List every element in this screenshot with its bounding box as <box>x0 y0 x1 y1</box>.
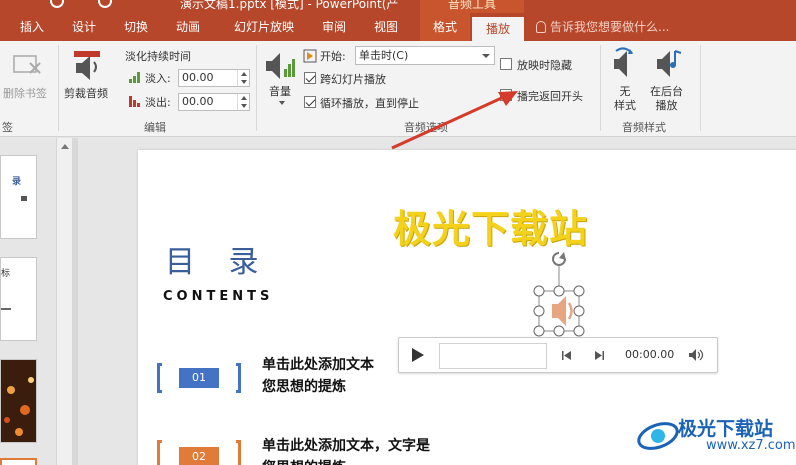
fade-in-value: 00.00 <box>182 71 214 84</box>
tell-me-box[interactable]: 告诉我您想要做什么... <box>536 13 669 41</box>
item-2-line2: 您思想的提炼 <box>262 457 430 465</box>
fade-out-label: 淡出: <box>145 96 171 109</box>
tab-review[interactable]: 审阅 <box>312 13 356 41</box>
context-tab-header: 音频工具 <box>420 0 524 13</box>
volume-icon <box>266 53 295 79</box>
start-select[interactable]: 单击时(C) <box>355 46 495 65</box>
step-forward-icon[interactable] <box>594 350 605 361</box>
thumb-mark <box>1 308 11 310</box>
volume-dropdown-icon[interactable] <box>279 101 285 108</box>
thumb-text: 标 <box>1 269 11 279</box>
group-label-bookmarks: 签 <box>2 121 13 134</box>
volume-button[interactable]: 音量 <box>269 83 291 99</box>
group-label-audio-styles: 音频样式 <box>622 121 666 134</box>
audio-object[interactable] <box>530 248 588 340</box>
fade-in-label: 淡入: <box>145 72 171 85</box>
volume-icon[interactable] <box>688 348 704 362</box>
slide-logo-title: 极光下载站 <box>393 207 589 251</box>
no-style-icon <box>614 47 633 77</box>
slide-thumbnail-2[interactable]: 录 <box>0 155 37 239</box>
item-1-line2: 您思想的提炼 <box>262 379 346 395</box>
tab-design[interactable]: 设计 <box>62 13 106 41</box>
group-separator <box>600 45 601 131</box>
group-separator <box>58 45 59 131</box>
slide-thumbnail-5-selected[interactable] <box>0 458 37 465</box>
slide-subheading[interactable]: CONTENTS <box>163 289 273 304</box>
trim-audio-icon <box>74 51 100 80</box>
hide-during-show-label: 放映时隐藏 <box>517 59 572 72</box>
lightbulb-icon <box>536 21 546 33</box>
spinner-arrows-icon[interactable] <box>237 70 249 86</box>
start-icon <box>303 49 317 63</box>
tab-view[interactable]: 视图 <box>364 13 408 41</box>
bracket-right <box>236 363 241 393</box>
item-text-1[interactable]: 单击此处添加文本 您思想的提炼 <box>262 354 374 398</box>
watermark-url: www.xz7.com <box>706 438 796 453</box>
fade-duration-title: 淡化持续时间 <box>125 50 191 63</box>
rotate-handle-icon <box>552 252 566 266</box>
item-text-2[interactable]: 单击此处添加文本，文字是 您思想的提炼 <box>262 435 430 465</box>
powerpoint-window: 演示文稿1.pptx [模式] - PowerPoint(产 音频工具 插入 设… <box>0 0 796 465</box>
play-in-background-button[interactable]: 在后台 播放 <box>650 85 683 113</box>
tab-insert[interactable]: 插入 <box>10 13 54 41</box>
tab-playback[interactable]: 播放 <box>472 17 524 41</box>
group-separator <box>700 45 701 131</box>
spinner-arrows-icon[interactable] <box>237 94 249 110</box>
remove-bookmark-icon <box>13 55 41 74</box>
ribbon-tabs: 插入 设计 切换 动画 幻灯片放映 审阅 视图 格式 播放 告诉我您想要做什么.… <box>0 13 796 41</box>
seek-bar[interactable] <box>439 343 547 369</box>
item-number-01: 01 <box>179 368 219 388</box>
audio-player: 00:00.00 <box>398 337 718 373</box>
tab-animations[interactable]: 动画 <box>166 13 210 41</box>
slide-heading[interactable]: 目 录 <box>165 237 271 281</box>
scroll-up-icon[interactable] <box>61 144 69 149</box>
fade-out-icon <box>129 96 140 107</box>
title-bar: 演示文稿1.pptx [模式] - PowerPoint(产 音频工具 <box>0 0 796 13</box>
fade-in-icon <box>129 72 140 83</box>
tab-format[interactable]: 格式 <box>420 13 470 41</box>
thumbnail-scrollbar[interactable] <box>56 138 72 465</box>
window-title: 演示文稿1.pptx [模式] - PowerPoint(产 <box>180 0 399 11</box>
slide-thumbnail-4[interactable] <box>0 359 37 443</box>
cross-slides-label: 跨幻灯片播放 <box>320 73 386 86</box>
play-icon[interactable] <box>412 348 424 362</box>
item-number-02: 02 <box>179 447 219 465</box>
loop-checkbox[interactable] <box>304 96 316 108</box>
start-select-value: 单击时(C) <box>359 49 409 62</box>
bracket-left <box>157 363 162 393</box>
item-1-line1: 单击此处添加文本 <box>262 357 374 373</box>
bracket-left <box>157 440 162 465</box>
group-separator <box>256 45 257 131</box>
slide-thumbnail-3[interactable]: 标 <box>0 257 37 341</box>
fade-in-spinner[interactable]: 00.00 <box>178 69 250 87</box>
cross-slides-checkbox[interactable] <box>304 72 316 84</box>
speaker-icon <box>552 296 573 326</box>
play-in-background-icon <box>657 50 682 77</box>
chevron-down-icon <box>482 54 490 58</box>
player-time: 00:00.00 <box>625 348 675 361</box>
thumb-text: 录 <box>12 177 22 187</box>
item-2-line1: 单击此处添加文本，文字是 <box>262 438 430 454</box>
trim-audio-button[interactable]: 剪裁音频 <box>64 85 108 101</box>
fade-out-value: 00.00 <box>182 95 214 108</box>
group-label-editing: 编辑 <box>144 121 166 134</box>
no-style-button[interactable]: 无 样式 <box>614 85 636 113</box>
watermark-name: 极光下载站 <box>678 418 774 440</box>
tab-transitions[interactable]: 切换 <box>114 13 158 41</box>
step-back-icon[interactable] <box>561 350 572 361</box>
start-label: 开始: <box>320 50 346 63</box>
thumb-photo <box>4 377 34 436</box>
redo-icon[interactable] <box>98 0 112 8</box>
fade-out-spinner[interactable]: 00.00 <box>178 93 250 111</box>
tell-me-text: 告诉我您想要做什么... <box>550 20 670 34</box>
annotation-arrow <box>391 91 518 150</box>
remove-bookmark-button[interactable]: 删除书签 <box>3 85 47 101</box>
thumb-mark <box>21 196 27 201</box>
hide-during-show-checkbox[interactable] <box>500 58 512 70</box>
bracket-right <box>236 440 241 465</box>
undo-icon[interactable] <box>50 0 64 8</box>
tab-slideshow[interactable]: 幻灯片放映 <box>226 13 302 41</box>
